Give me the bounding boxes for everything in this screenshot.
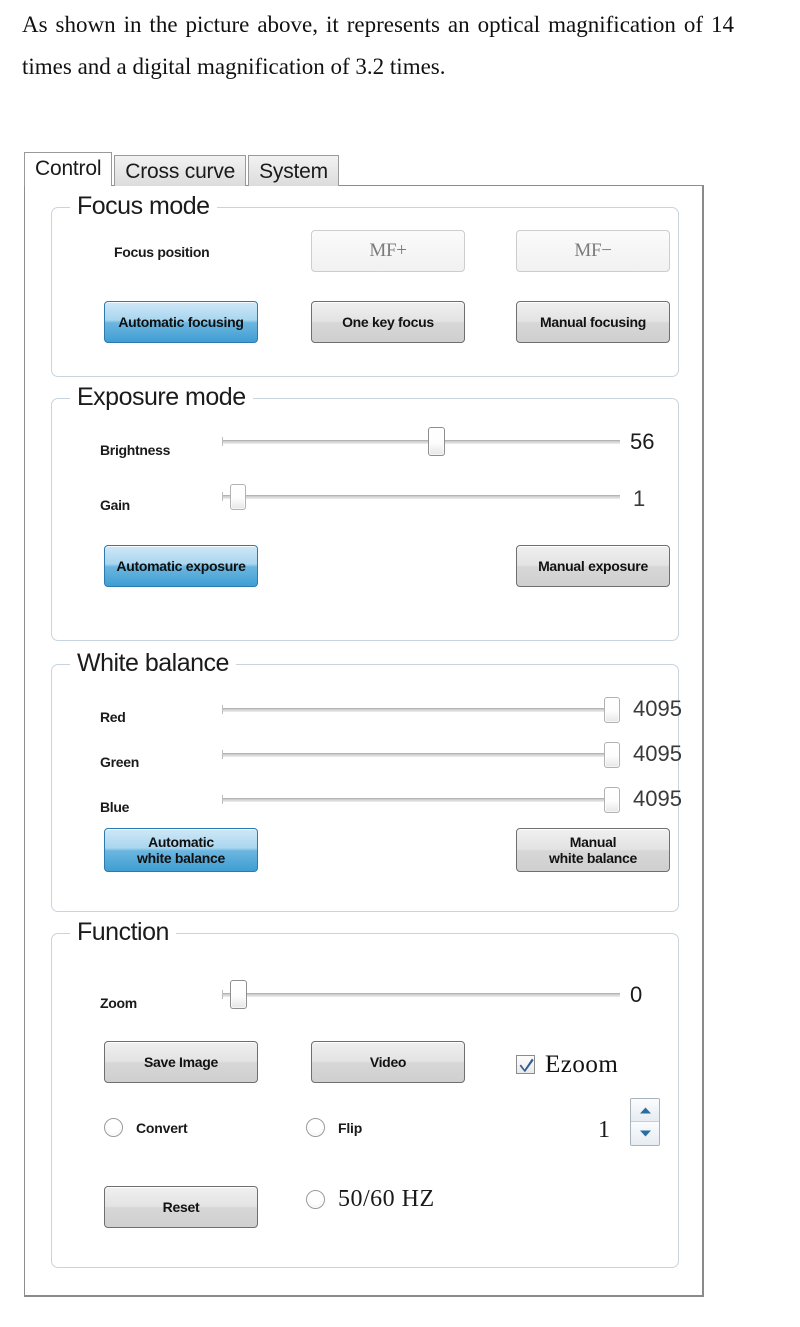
group-title-white-balance: White balance <box>70 648 236 678</box>
green-value: 4095 <box>633 741 682 766</box>
tab-cross-curve[interactable]: Cross curve <box>114 155 247 186</box>
control-tab-panel: Focus mode Focus position MF+ MF− Automa… <box>24 185 704 1297</box>
group-focus-mode: Focus mode Focus position MF+ MF− Automa… <box>51 191 679 377</box>
mf-minus-button[interactable]: MF− <box>516 230 670 272</box>
group-white-balance: White balance Red 4095 Green 4095 Blue 4… <box>51 648 682 912</box>
zoom-slider-track[interactable] <box>222 990 620 999</box>
reset-button[interactable]: Reset <box>104 1186 258 1228</box>
ezoom-checkbox[interactable] <box>516 1055 535 1074</box>
group-title-function: Function <box>70 917 176 947</box>
frequency-radio[interactable] <box>306 1190 325 1209</box>
label-zoom: Zoom <box>100 995 137 1011</box>
document-paragraph: As shown in the picture above, it repres… <box>22 12 734 79</box>
red-slider-thumb[interactable] <box>604 697 620 723</box>
tab-system[interactable]: System <box>248 155 339 186</box>
flip-label: Flip <box>338 1119 363 1136</box>
manual-exposure-button[interactable]: Manual exposure <box>516 545 670 587</box>
zoom-slider-thumb[interactable] <box>229 980 247 1009</box>
zoom-step-stepper[interactable] <box>630 1098 660 1146</box>
label-blue: Blue <box>100 799 130 815</box>
group-function: Function Zoom 0 Save Image Video Ezoom C… <box>51 917 679 1268</box>
group-title-focus-mode: Focus mode <box>70 191 217 221</box>
label-red: Red <box>100 709 126 725</box>
frequency-label: 50/60 HZ <box>338 1186 435 1212</box>
automatic-exposure-button[interactable]: Automatic exposure <box>104 545 258 587</box>
blue-slider-thumb[interactable] <box>604 787 620 813</box>
tab-bar: Control Cross curve System <box>24 152 339 186</box>
chevron-up-icon <box>639 1107 651 1113</box>
convert-radio[interactable] <box>104 1118 123 1137</box>
zoom-value: 0 <box>630 982 643 1007</box>
gain-slider[interactable] <box>222 482 620 512</box>
gain-value: 1 <box>633 486 646 511</box>
green-slider-thumb[interactable] <box>604 742 620 768</box>
green-slider[interactable] <box>222 740 620 770</box>
flip-radio[interactable] <box>306 1118 325 1137</box>
convert-radio-row[interactable]: Convert <box>104 1118 188 1137</box>
brightness-slider-track[interactable] <box>222 437 620 446</box>
frequency-radio-row[interactable]: 50/60 HZ <box>306 1186 435 1213</box>
gain-slider-track[interactable] <box>222 492 620 501</box>
flip-radio-row[interactable]: Flip <box>306 1118 362 1137</box>
brightness-slider[interactable] <box>222 427 620 457</box>
label-green: Green <box>100 754 139 770</box>
red-slider-track[interactable] <box>222 705 620 714</box>
automatic-white-balance-button[interactable]: Automatic white balance <box>104 828 258 872</box>
brightness-slider-thumb[interactable] <box>427 427 445 456</box>
manual-white-balance-button[interactable]: Manual white balance <box>516 828 670 872</box>
tab-control[interactable]: Control <box>24 152 113 186</box>
one-key-focus-button[interactable]: One key focus <box>311 301 465 343</box>
manual-focusing-button[interactable]: Manual focusing <box>516 301 670 343</box>
brightness-value: 56 <box>630 429 655 454</box>
blue-slider[interactable] <box>222 785 620 815</box>
red-value: 4095 <box>633 696 682 721</box>
ezoom-checkbox-row[interactable]: Ezoom <box>516 1052 618 1077</box>
group-title-exposure-mode: Exposure mode <box>70 382 253 412</box>
ezoom-label: Ezoom <box>545 1051 619 1078</box>
blue-slider-track[interactable] <box>222 795 620 804</box>
video-button[interactable]: Video <box>311 1041 465 1083</box>
gain-slider-thumb[interactable] <box>229 484 246 510</box>
group-exposure-mode: Exposure mode Brightness 56 Gain 1 Autom… <box>51 382 679 641</box>
automatic-focusing-button[interactable]: Automatic focusing <box>104 301 258 343</box>
check-icon <box>519 1058 534 1073</box>
chevron-down-icon <box>639 1130 651 1137</box>
stepper-up-button[interactable] <box>631 1099 659 1122</box>
save-image-button[interactable]: Save Image <box>104 1041 258 1083</box>
convert-label: Convert <box>136 1119 188 1136</box>
label-focus-position: Focus position <box>114 244 210 260</box>
red-slider[interactable] <box>222 695 620 725</box>
stepper-down-button[interactable] <box>631 1122 659 1145</box>
green-slider-track[interactable] <box>222 750 620 759</box>
mf-plus-button[interactable]: MF+ <box>311 230 465 272</box>
label-gain: Gain <box>100 497 130 513</box>
zoom-slider[interactable] <box>222 980 620 1010</box>
blue-value: 4095 <box>633 786 682 811</box>
zoom-step-value: 1 <box>598 1117 610 1143</box>
label-brightness: Brightness <box>100 442 171 458</box>
